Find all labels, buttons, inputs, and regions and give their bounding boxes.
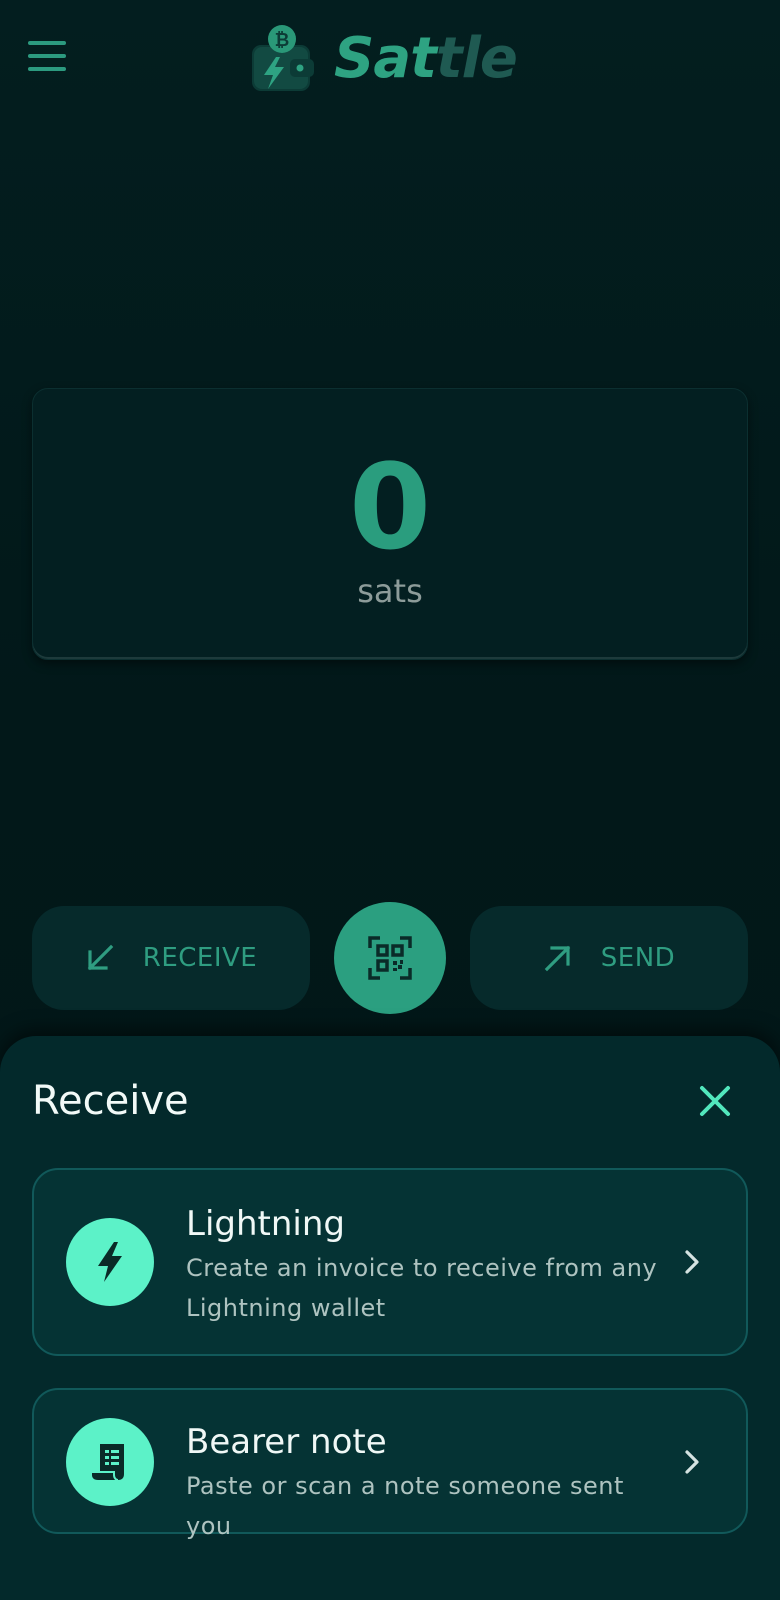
option-text: Bearer note Paste or scan a note someone… [186,1420,666,1546]
sheet-title: Receive [32,1078,189,1124]
chevron-right-icon [685,1250,699,1274]
brand-part2: tle [435,26,518,91]
balance-card: 0 sats [32,388,748,660]
wallet-app: ₿ Sattle 0 sats RECEIVE SEND Receive Lig… [0,0,780,1600]
chevron-right-icon [685,1450,699,1474]
receive-button[interactable]: RECEIVE [32,906,310,1010]
lightning-bolt-icon [66,1218,154,1306]
hamburger-menu-icon[interactable] [28,36,72,76]
qr-code-scan-icon [368,936,412,980]
option-text: Lightning Create an invoice to receive f… [186,1202,666,1328]
option-title: Lightning [186,1204,345,1244]
brand-part1: Sat [334,26,437,91]
brand-wordmark: Sattle [334,31,518,87]
app-header: ₿ Sattle [0,0,780,120]
receive-sheet: Receive Lightning Create an invoice to r… [0,1036,780,1600]
option-description: Create an invoice to receive from any Li… [186,1254,658,1322]
send-label: SEND [600,943,676,973]
balance-unit: sats [357,572,423,610]
receive-option-lightning[interactable]: Lightning Create an invoice to receive f… [32,1168,748,1356]
brand-logo: ₿ Sattle [250,20,518,98]
scan-button[interactable] [334,902,446,1014]
action-row: RECEIVE SEND [0,902,780,1014]
arrow-up-right-icon [544,945,571,972]
option-description: Paste or scan a note someone sent you [186,1472,624,1540]
arrow-down-left-icon [87,944,114,971]
balance-amount: 0 [348,438,432,576]
receipt-note-icon [66,1418,154,1506]
wallet-bitcoin-lightning-icon: ₿ [252,25,314,91]
svg-text:₿: ₿ [275,30,290,51]
send-button[interactable]: SEND [470,906,748,1010]
receive-option-bearer-note[interactable]: Bearer note Paste or scan a note someone… [32,1388,748,1540]
option-title: Bearer note [186,1422,387,1462]
receive-label: RECEIVE [142,943,258,973]
close-icon[interactable] [694,1080,736,1122]
